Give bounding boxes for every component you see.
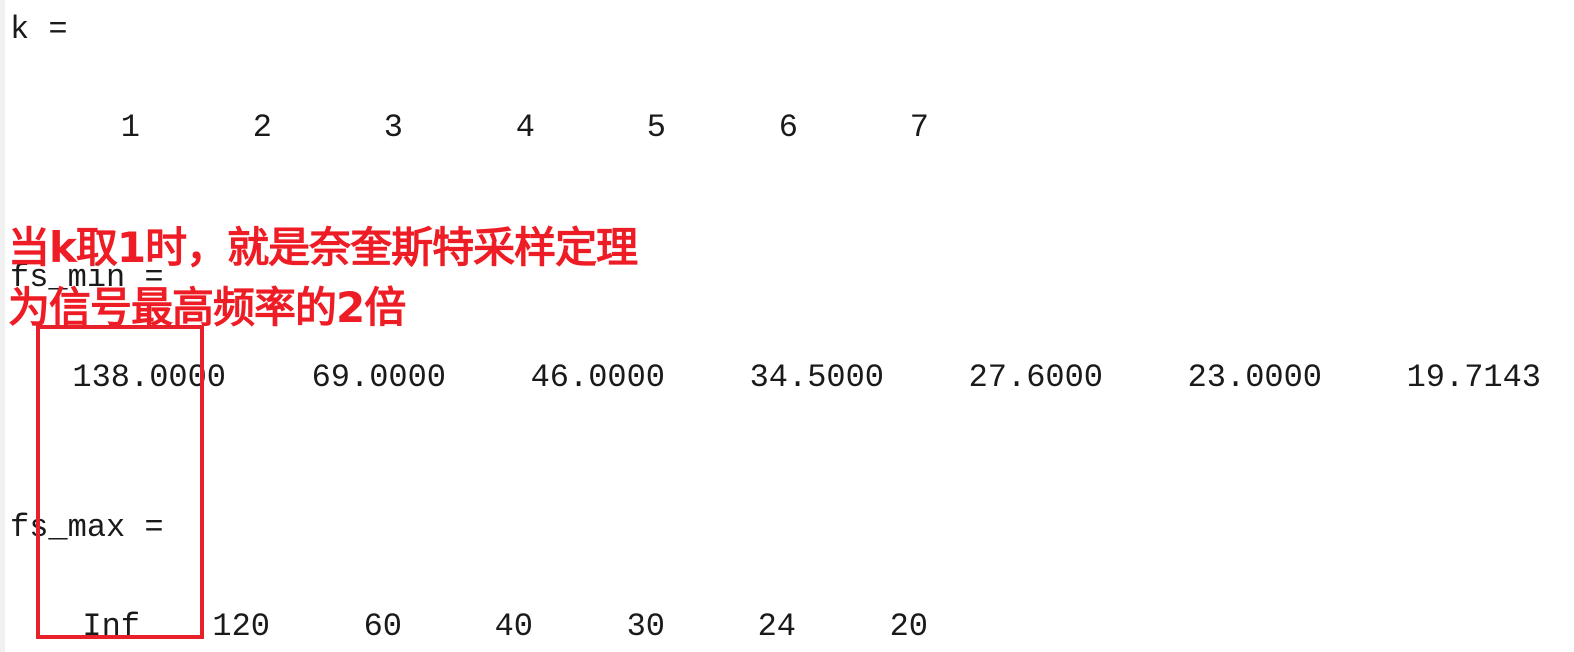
window-left-border [0, 0, 5, 652]
fs-min-value-4: 34.5000 [749, 359, 884, 396]
matlab-command-window: k = 1 2 3 4 5 6 7 fs_min = 138.0000 69.0… [0, 0, 1574, 652]
k-value-7: 7 [909, 109, 929, 146]
fs-max-value-5: 30 [626, 608, 665, 645]
k1-column-highlight-box [36, 325, 204, 639]
fs-min-value-3: 46.0000 [530, 359, 665, 396]
fs-min-value-7: 19.7143 [1406, 359, 1541, 396]
fs-min-value-6: 23.0000 [1187, 359, 1322, 396]
fs-max-value-6: 24 [757, 608, 796, 645]
k-variable-label: k = [10, 11, 68, 48]
fs-max-value-7: 20 [889, 608, 928, 645]
fs-max-value-3: 60 [363, 608, 402, 645]
k-value-1: 1 [120, 109, 140, 146]
fs-min-value-2: 69.0000 [311, 359, 446, 396]
k-value-3: 3 [383, 109, 403, 146]
k-value-4: 4 [515, 109, 535, 146]
annotation-line-1: 当k取1时，就是奈奎斯特采样定理 [8, 223, 638, 272]
k-value-5: 5 [646, 109, 666, 146]
k-value-2: 2 [252, 109, 272, 146]
k-value-6: 6 [778, 109, 798, 146]
fs-max-value-4: 40 [494, 608, 533, 645]
fs-min-value-5: 27.6000 [968, 359, 1103, 396]
